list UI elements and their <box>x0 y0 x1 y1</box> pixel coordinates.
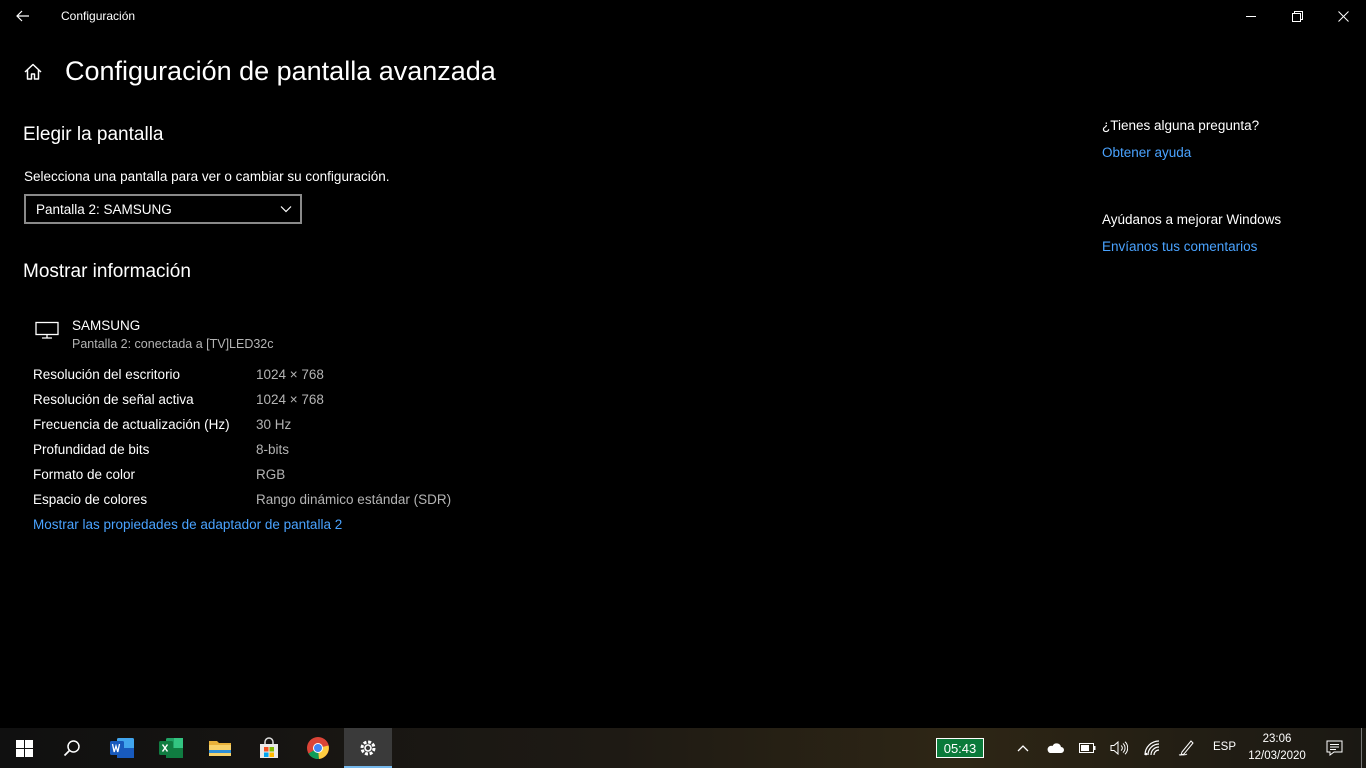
info-value: RGB <box>256 467 286 482</box>
question-heading: ¿Tienes alguna pregunta? <box>1102 118 1260 133</box>
feedback-link[interactable]: Envíanos tus comentarios <box>1102 239 1257 254</box>
info-label: Espacio de colores <box>33 492 148 507</box>
info-value: 1024 × 768 <box>256 392 324 407</box>
excel-taskbar-button[interactable] <box>147 728 195 768</box>
info-value: Rango dinámico estándar (SDR) <box>256 492 452 507</box>
onedrive-cloud-icon <box>1047 742 1064 753</box>
choose-display-description: Selecciona una pantalla para ver o cambi… <box>24 169 390 184</box>
info-row: Profundidad de bits 8-bits <box>33 442 633 467</box>
window-title: Configuración <box>61 9 136 23</box>
info-value: 30 Hz <box>256 417 292 432</box>
chevron-down-icon <box>280 206 292 213</box>
display-info-heading: Mostrar información <box>23 261 191 282</box>
display-connection: Pantalla 2: conectada a [TV]LED32c <box>72 337 274 351</box>
chrome-taskbar-button[interactable] <box>294 728 342 768</box>
page-title: Configuración de pantalla avanzada <box>65 56 496 86</box>
word-icon <box>110 738 134 758</box>
wifi-icon <box>1144 740 1160 756</box>
settings-taskbar-button[interactable] <box>344 728 392 768</box>
battery-tray-button[interactable] <box>1076 728 1098 768</box>
improve-heading: Ayúdanos a mejorar Windows <box>1102 212 1282 227</box>
settings-gear-icon <box>360 740 376 756</box>
back-button[interactable] <box>0 0 46 32</box>
monitor-icon <box>35 321 59 346</box>
info-label: Resolución del escritorio <box>33 367 181 382</box>
close-icon <box>1337 10 1349 22</box>
onedrive-tray-button[interactable] <box>1043 728 1067 768</box>
file-explorer-icon <box>209 741 231 756</box>
restore-icon <box>1291 10 1303 22</box>
action-center-button[interactable] <box>1322 728 1346 768</box>
speaker-volume-icon <box>1110 741 1128 755</box>
display-select[interactable]: Pantalla 2: SAMSUNG <box>24 194 302 224</box>
store-icon <box>260 737 278 758</box>
info-row: Formato de color RGB <box>33 467 633 492</box>
excel-icon <box>159 738 183 758</box>
volume-tray-button[interactable] <box>1108 728 1130 768</box>
info-label: Profundidad de bits <box>33 442 150 457</box>
battery-icon <box>1078 743 1095 753</box>
clock[interactable]: 23:06 12/03/2020 <box>1240 731 1314 765</box>
info-label: Frecuencia de actualización (Hz) <box>33 417 230 432</box>
chevron-up-icon <box>1017 745 1029 752</box>
clock-time: 23:06 <box>1262 733 1292 745</box>
title-bar: Configuración <box>0 0 1366 32</box>
search-button[interactable] <box>48 728 96 768</box>
file-explorer-taskbar-button[interactable] <box>196 728 244 768</box>
pen-ink-icon <box>1178 740 1194 756</box>
get-help-link[interactable]: Obtener ayuda <box>1102 145 1191 160</box>
word-taskbar-button[interactable] <box>98 728 146 768</box>
info-row: Resolución de señal activa 1024 × 768 <box>33 392 633 417</box>
windows-start-icon <box>15 739 33 757</box>
show-hidden-icons-button[interactable] <box>1012 728 1034 768</box>
clock-date: 12/03/2020 <box>1248 750 1306 762</box>
info-row: Resolución del escritorio 1024 × 768 <box>33 367 633 392</box>
info-value: 1024 × 768 <box>256 367 324 382</box>
info-value: 8-bits <box>256 442 290 457</box>
display-name: SAMSUNG <box>72 318 141 333</box>
choose-display-heading: Elegir la pantalla <box>23 124 164 145</box>
store-taskbar-button[interactable] <box>245 728 293 768</box>
info-label: Formato de color <box>33 467 136 482</box>
minimize-icon <box>1246 16 1256 17</box>
pen-ink-tray-button[interactable] <box>1176 728 1198 768</box>
language-indicator[interactable]: ESP <box>1213 741 1236 753</box>
info-row: Frecuencia de actualización (Hz) 30 Hz <box>33 417 633 442</box>
start-button[interactable] <box>0 728 48 768</box>
display-select-value: Pantalla 2: SAMSUNG <box>36 201 172 217</box>
close-button[interactable] <box>1320 0 1366 32</box>
home-icon[interactable] <box>22 61 46 85</box>
show-desktop-button[interactable] <box>1361 728 1362 768</box>
restore-button[interactable] <box>1274 0 1320 32</box>
info-row: Espacio de colores Rango dinámico estánd… <box>33 492 633 517</box>
minimize-button[interactable] <box>1228 0 1274 32</box>
network-tray-button[interactable] <box>1141 728 1163 768</box>
back-arrow-icon <box>16 10 29 22</box>
chrome-icon <box>307 737 329 760</box>
adapter-properties-link[interactable]: Mostrar las propiedades de adaptador de … <box>33 517 342 532</box>
notifications-icon <box>1326 740 1342 756</box>
info-label: Resolución de señal activa <box>33 392 194 407</box>
taskbar: ESP 23:06 12/03/2020 <box>0 728 1366 768</box>
search-icon <box>63 740 80 757</box>
timer-badge: 05:43 <box>936 738 984 758</box>
